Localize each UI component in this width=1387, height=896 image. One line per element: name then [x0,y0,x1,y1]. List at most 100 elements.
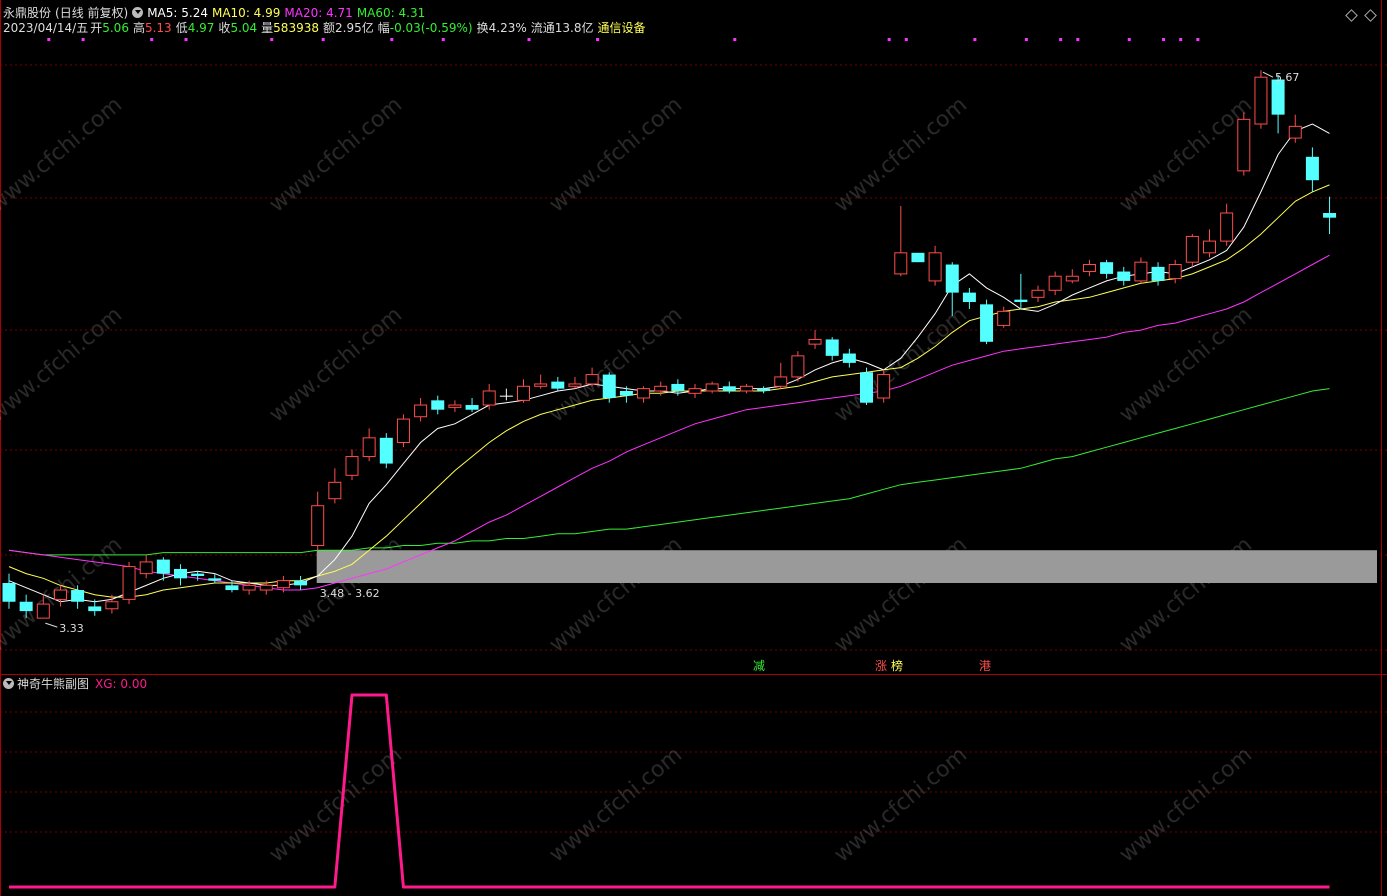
candle-21 [362,428,376,462]
candle-body-74 [1271,79,1285,115]
date-label: 2023/04/14/五 [3,21,89,35]
candle-45 [774,362,788,389]
zone-range-label: 3.48 - 3.62 [320,587,380,600]
candle-57 [980,299,994,345]
candle-26 [448,400,462,413]
candle-body-3 [53,589,67,600]
watermark-text-17: www.cfchi.com [830,742,972,867]
candle-body-27 [465,405,479,410]
candle-body-40 [688,388,702,394]
candle-body-11 [191,573,205,576]
candle-body-12 [208,578,222,581]
header-line-1: 永鼎股份 (日线 前复权) MA5: 5.24 MA10: 4.99 MA20: 4.7… [3,6,429,20]
candle-70 [1203,229,1216,258]
signal-dot-10 [733,38,737,41]
candle-39 [671,379,685,396]
candle-body-23 [396,418,410,444]
candle-body-43 [739,385,753,392]
signal-dot-13 [973,38,977,41]
candle-66 [1134,257,1148,284]
candle-body-49 [842,353,856,363]
candle-40 [688,383,702,399]
watermark-text-4: www.cfchi.com [1115,92,1257,217]
candle-27 [465,398,479,413]
candle-69 [1185,234,1199,267]
event-tag-reduce[interactable]: 减 [752,660,766,673]
turnover-value: 4.23% [488,21,527,35]
watermark-text-3: www.cfchi.com [830,92,972,217]
candle-25 [431,395,445,415]
sub-panel-title[interactable]: 神奇牛熊副图 [17,677,89,691]
candle-body-41 [705,383,719,392]
main-chart[interactable]: www.cfchi.com www.cfchi.com www.cfchi.com w… [0,0,1387,896]
event-tag-limit-up[interactable]: 涨 [874,660,888,673]
candle-body-57 [980,304,994,342]
candle-67 [1151,262,1165,286]
candle-body-34 [585,374,599,385]
candle-body-75 [1288,125,1302,139]
candle-body-2 [36,603,50,619]
candle-68 [1168,259,1182,284]
watermark-text-5: www.cfchi.com [0,302,127,427]
candle-body-46 [791,355,805,378]
high-value: 5.13 [144,21,172,35]
candle-body-25 [431,400,445,410]
candle-body-8 [139,561,153,575]
candle-body-68 [1168,264,1182,280]
candle-54 [928,245,942,286]
candle-body-6 [105,601,119,610]
candle-64 [1100,259,1114,279]
candle-75 [1288,114,1302,143]
sector-label[interactable]: 通信设备 [598,21,646,35]
candle-48 [825,337,839,361]
sub-panel-header: 神奇牛熊副图 XG: 0.00 [3,677,147,691]
low-price-label: 3.33 [59,622,84,635]
period-label[interactable]: (日线 前复权) [55,6,128,20]
candle-body-21 [362,437,376,458]
candle-body-38 [654,385,668,392]
candle-23 [396,414,410,448]
candle-60 [1031,285,1045,302]
candle-body-39 [671,383,685,391]
chart-stage: www.cfchi.com www.cfchi.com www.cfchi.com w… [0,0,1387,896]
watermark-text-1: www.cfchi.com [265,92,407,217]
watermark-layer: www.cfchi.com www.cfchi.com www.cfchi.com w… [0,92,1257,867]
candle-body-73 [1254,76,1268,125]
candle-body-14 [242,584,256,591]
candle-7 [122,561,136,605]
candle-32 [551,376,565,391]
candle-body-47 [808,338,822,345]
signal-dot-19 [1179,38,1183,41]
sub-dropdown-circle-icon[interactable] [3,678,14,689]
amount-label: 额 [322,21,335,35]
candle-body-15 [259,584,273,591]
watermark-text-18: www.cfchi.com [1115,742,1257,867]
candle-46 [791,351,805,382]
candle-49 [842,348,856,368]
candle-body-65 [1117,271,1131,281]
stock-name[interactable]: 永鼎股份 [3,6,51,20]
event-tag-ranking[interactable]: 榜 [890,660,904,673]
signal-dot-18 [1162,38,1166,41]
candle-72 [1237,112,1251,176]
candle-body-59 [1014,299,1028,302]
candle-body-24 [414,404,428,418]
candle-20 [345,449,359,480]
ma20-label: MA20: 4.71 [284,6,353,20]
ma10-label: MA10: 4.99 [211,6,281,20]
candle-body-66 [1134,261,1148,282]
signal-dot-2 [150,38,154,41]
signal-dot-16 [1076,38,1080,41]
candle-30 [517,379,530,403]
candle-31 [534,374,548,389]
dropdown-circle-icon[interactable] [132,7,144,18]
signal-dot-20 [1196,38,1200,41]
candle-58 [997,306,1011,328]
candle-53 [911,252,925,263]
candle-50 [860,367,873,406]
signal-dot-14 [1024,38,1028,41]
event-tag-hk-connect[interactable]: 港 [978,660,992,673]
low-value: 4.97 [187,21,215,35]
candle-body-44 [757,388,771,391]
candle-body-64 [1100,262,1114,274]
